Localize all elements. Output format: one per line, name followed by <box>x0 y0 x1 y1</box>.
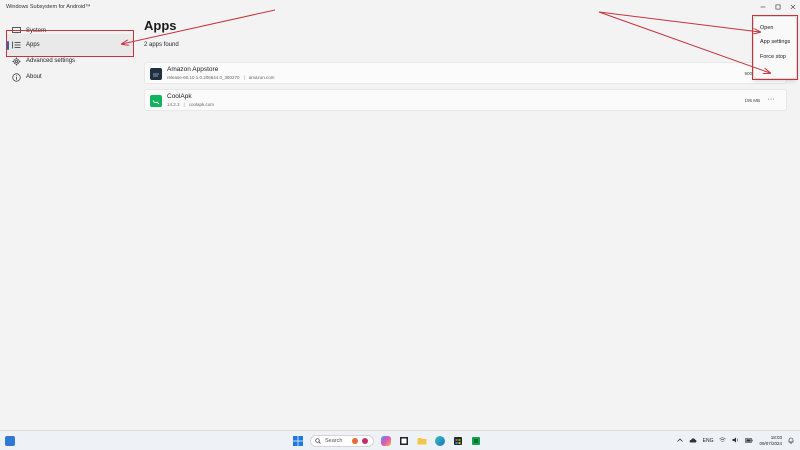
maximize-icon <box>775 4 781 10</box>
app-source: coolapk.com <box>188 102 214 107</box>
chevron-up-icon[interactable] <box>676 438 683 444</box>
sidebar-item-label: About <box>26 74 42 80</box>
language-indicator[interactable]: ENG <box>703 438 714 444</box>
search-placeholder: Search <box>325 438 343 444</box>
wifi-icon[interactable] <box>719 437 727 445</box>
start-icon[interactable] <box>292 435 304 447</box>
taskbar-search[interactable]: Search <box>310 435 374 447</box>
apps-count: 2 apps found <box>144 42 179 48</box>
app-row-coolapk[interactable]: CoolApk 14.2.3 | coolapk.com 195 MB ··· <box>144 89 787 111</box>
annotation-box-apps <box>6 30 134 57</box>
app-version: release-60.10.1.0.206644.0_360270 <box>167 75 240 80</box>
info-icon <box>11 72 21 82</box>
widgets-icon[interactable] <box>5 436 15 446</box>
close-button[interactable] <box>786 0 800 14</box>
app-meta: release-60.10.1.0.206644.0_360270 | amaz… <box>167 75 275 80</box>
amazon-appstore-icon <box>150 68 162 80</box>
app-name: CoolApk <box>167 93 192 100</box>
file-explorer-icon[interactable] <box>416 435 428 447</box>
minimize-button[interactable] <box>756 0 770 14</box>
annotation-box-menu <box>752 15 798 80</box>
search-highlight-icon-2 <box>362 438 369 444</box>
app-source: amazon.com <box>248 75 275 80</box>
sidebar-item-label: Advanced settings <box>26 58 76 64</box>
app-meta: 14.2.3 | coolapk.com <box>167 102 214 107</box>
title-bar: Windows Subsystem for Android™ <box>0 0 800 16</box>
android-subsystem-icon[interactable] <box>470 435 482 447</box>
clock-date: 09/07/2024 <box>759 441 782 446</box>
task-view-icon[interactable] <box>398 435 410 447</box>
volume-icon[interactable] <box>732 437 739 445</box>
meta-separator: | <box>243 75 245 80</box>
notification-bell-icon[interactable] <box>788 437 794 446</box>
app-row-amazon-appstore[interactable]: Amazon Appstore release-60.10.1.0.206644… <box>144 62 787 84</box>
store-icon[interactable] <box>452 435 464 447</box>
meta-separator: | <box>183 102 185 107</box>
system-tray: ENG 18:03 09/07/2024 <box>676 434 794 448</box>
page-title: Apps <box>144 18 177 33</box>
sidebar: System Apps Advanced settings About <box>0 16 136 430</box>
search-highlight-icon <box>352 438 359 444</box>
edge-icon[interactable] <box>434 435 446 447</box>
battery-icon[interactable] <box>745 437 754 445</box>
cloud-icon[interactable] <box>689 437 697 445</box>
more-options-button[interactable]: ··· <box>764 96 778 106</box>
window-title: Windows Subsystem for Android™ <box>6 4 91 10</box>
search-icon <box>315 438 321 444</box>
app-version: 14.2.3 <box>167 102 180 107</box>
close-icon <box>790 4 796 10</box>
sidebar-item-about[interactable]: About <box>6 66 133 88</box>
gear-icon <box>11 56 21 66</box>
taskbar: Search ENG 18:03 09/07/2024 <box>0 430 800 450</box>
clock[interactable]: 18:03 09/07/2024 <box>759 435 782 447</box>
maximize-button[interactable] <box>771 0 785 14</box>
copilot-icon[interactable] <box>380 435 392 447</box>
minimize-icon <box>760 6 766 8</box>
taskbar-apps: Search <box>292 434 482 448</box>
window-controls <box>755 0 800 16</box>
coolapk-icon <box>150 95 162 107</box>
app-size: 195 MB <box>744 98 760 103</box>
app-name: Amazon Appstore <box>167 66 219 73</box>
